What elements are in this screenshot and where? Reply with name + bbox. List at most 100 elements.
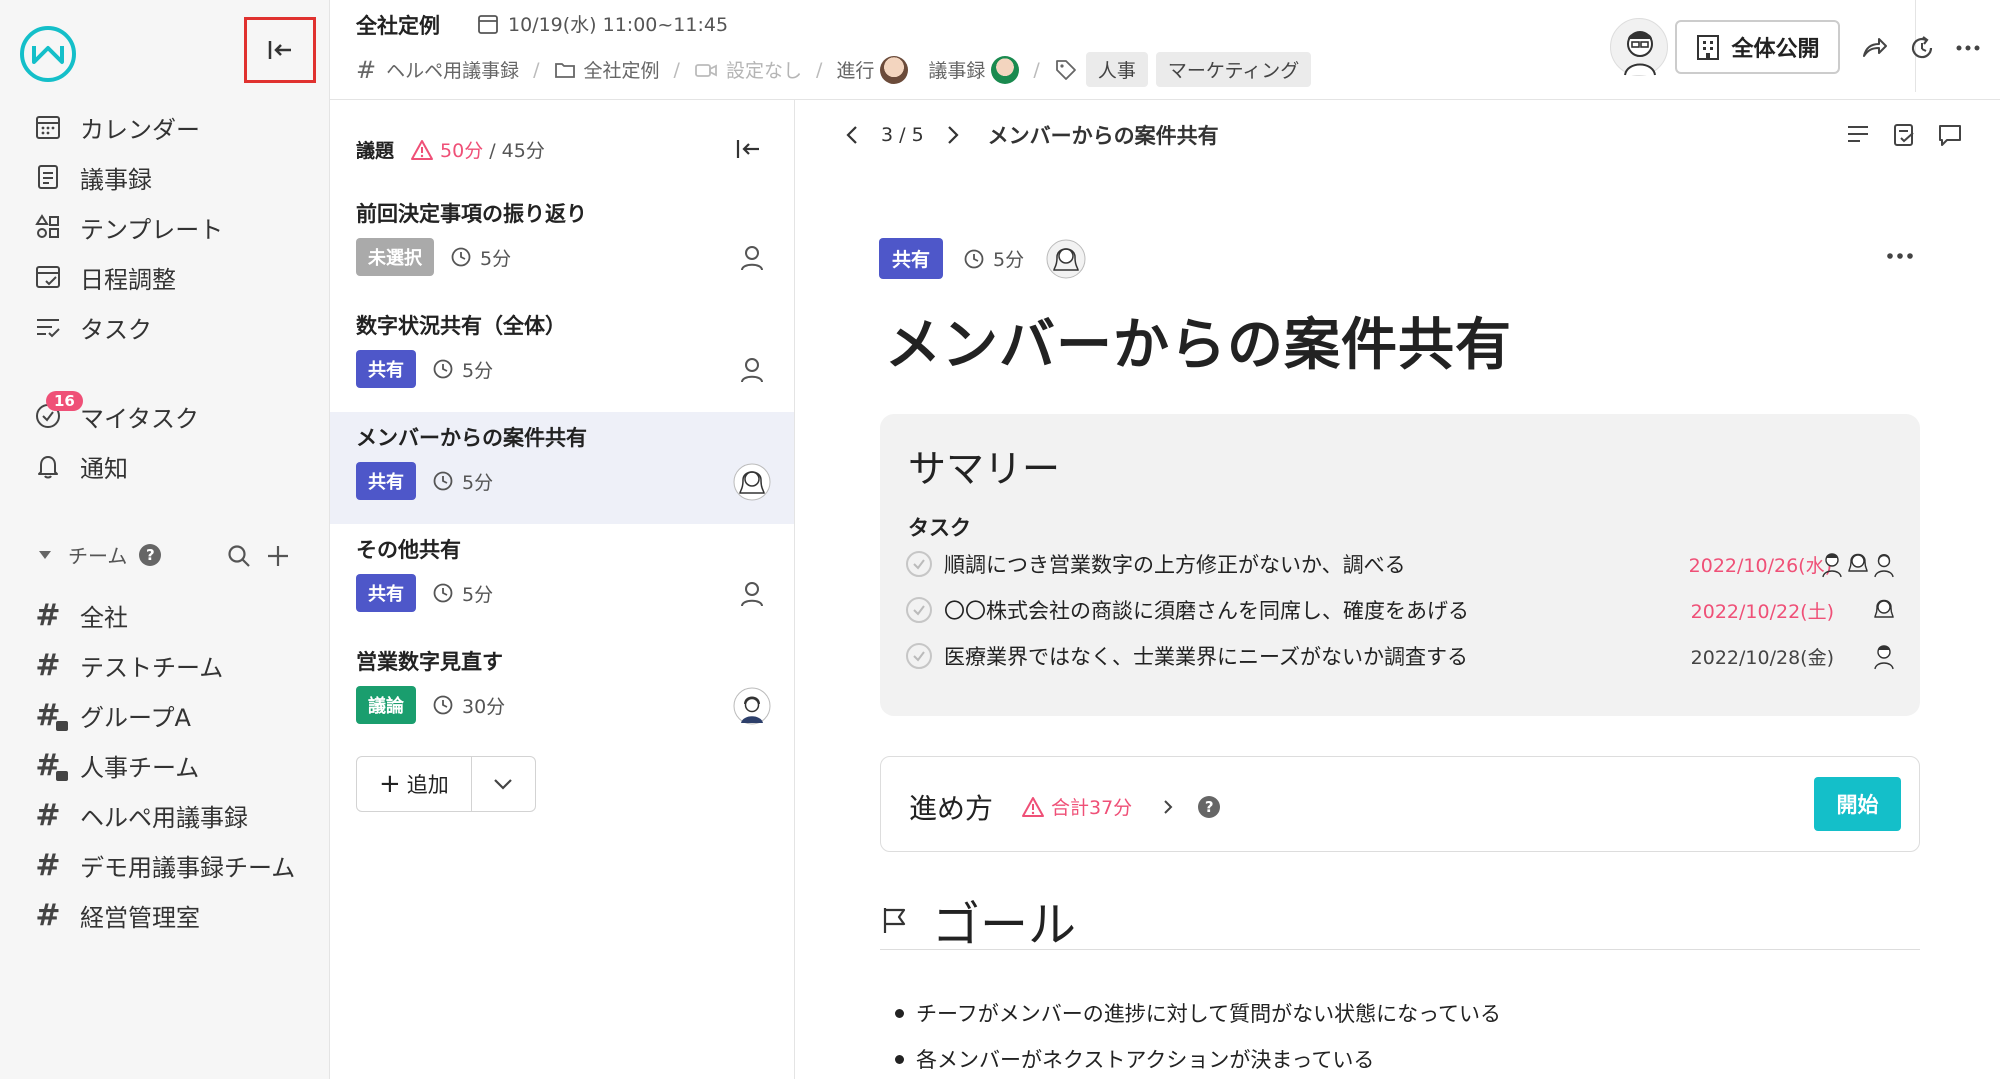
- user-avatar[interactable]: [1610, 18, 1668, 76]
- my-task-count-badge: 16: [46, 391, 83, 411]
- app-logo[interactable]: [20, 26, 76, 82]
- task-due-date[interactable]: 2022/10/28(金): [1691, 643, 1834, 670]
- channel-crumb-label: ヘルペ用議事録: [386, 60, 520, 82]
- agenda-item[interactable]: 前回決定事項の振り返り 未選択 5分: [330, 188, 794, 300]
- collapse-agenda-button[interactable]: [735, 138, 761, 160]
- agenda-duration[interactable]: 5分: [432, 580, 493, 607]
- video-crumb[interactable]: 設定なし: [694, 56, 802, 83]
- collapse-left-icon: [736, 140, 759, 158]
- add-agenda-button[interactable]: + 追加: [357, 757, 472, 811]
- minutes-icon: [30, 159, 66, 195]
- agenda-type-tag[interactable]: 共有: [356, 350, 416, 388]
- assignee-placeholder[interactable]: [732, 238, 772, 278]
- task-row[interactable]: 医療業界ではなく、士業業界にニーズがないか調査する 2022/10/28(金): [906, 636, 1896, 676]
- more-menu-button[interactable]: [1954, 34, 1982, 62]
- channel-item[interactable]: # ヘルペ用議事録: [30, 795, 248, 835]
- item-more-button[interactable]: [1885, 250, 1915, 262]
- collapse-sidebar-button[interactable]: [244, 17, 316, 83]
- task-row[interactable]: 〇〇株式会社の商談に須磨さんを同席し、確度をあげる 2022/10/22(土): [906, 590, 1896, 630]
- help-icon[interactable]: ?: [139, 543, 162, 566]
- tag-chip[interactable]: マーケティング: [1155, 52, 1312, 87]
- folder-crumb-label: 全社定例: [583, 60, 660, 82]
- channel-item[interactable]: # デモ用議事録チーム: [30, 845, 295, 885]
- share-button[interactable]: [1860, 34, 1888, 60]
- agenda-duration[interactable]: 30分: [432, 692, 505, 719]
- assignee-placeholder[interactable]: [732, 350, 772, 390]
- item-assignee-avatar[interactable]: [1046, 239, 1086, 279]
- collapse-left-icon: [268, 41, 291, 59]
- folder-crumb[interactable]: 全社定例: [554, 56, 660, 83]
- agenda-duration[interactable]: 5分: [432, 468, 493, 495]
- tags-crumb[interactable]: 人事 マーケティング: [1054, 52, 1312, 87]
- history-button[interactable]: [1908, 34, 1936, 62]
- share-arrow-icon: [1863, 38, 1887, 57]
- meeting-datetime[interactable]: 10/19(水) 11:00~11:45: [476, 10, 728, 37]
- add-agenda-dropdown[interactable]: [472, 778, 535, 790]
- nav-minutes[interactable]: 議事録: [30, 157, 152, 197]
- comment-button[interactable]: [1937, 122, 1963, 148]
- avatar: [1848, 553, 1868, 572]
- calendar-icon: [30, 109, 66, 145]
- nav-calendar[interactable]: カレンダー: [30, 107, 200, 147]
- approach-card[interactable]: 進め方 合計37分 ? 開始: [880, 756, 1920, 852]
- task-list-button[interactable]: [1891, 122, 1917, 148]
- agenda-type-tag[interactable]: 共有: [356, 574, 416, 612]
- channel-item[interactable]: # テストチーム: [30, 645, 223, 685]
- chevron-right-icon[interactable]: [1162, 798, 1174, 816]
- task-due-date[interactable]: 2022/10/26(水): [1689, 551, 1832, 578]
- prev-agenda-button[interactable]: [845, 124, 859, 146]
- task-checkbox[interactable]: [906, 643, 932, 669]
- task-assignees[interactable]: [1872, 642, 1896, 670]
- nav-schedule[interactable]: 日程調整: [30, 257, 176, 297]
- nav-notify[interactable]: 通知: [30, 446, 128, 486]
- assignee-avatar[interactable]: [732, 462, 772, 502]
- channel-item[interactable]: # 経営管理室: [30, 895, 200, 935]
- goal-heading: ゴール: [880, 890, 1920, 953]
- item-duration[interactable]: 5分: [963, 245, 1024, 272]
- facilitator-crumb[interactable]: 進行: [836, 55, 909, 84]
- channel-item[interactable]: # 人事チーム: [30, 745, 199, 785]
- task-assignees[interactable]: [1872, 596, 1896, 624]
- agenda-item[interactable]: 営業数字見直す 議論 30分: [330, 636, 794, 748]
- more-horizontal-icon: [1956, 45, 1980, 51]
- assignee-avatar[interactable]: [732, 686, 772, 726]
- next-agenda-button[interactable]: [946, 124, 960, 146]
- agenda-panel: 議題 50分 / 45分 前回決定事項の振り返り 未選択 5分 数字状況共有（全体…: [330, 100, 795, 1079]
- task-checkbox[interactable]: [906, 551, 932, 577]
- schedule-icon: [30, 259, 66, 295]
- agenda-item[interactable]: 数字状況共有（全体） 共有 5分: [330, 300, 794, 412]
- minutes-taker-crumb[interactable]: 議事録: [928, 55, 1020, 84]
- agenda-type-tag[interactable]: 議論: [356, 686, 416, 724]
- channel-crumb[interactable]: # ヘルペ用議事録: [356, 56, 519, 84]
- nav-template[interactable]: テンプレート: [30, 207, 223, 247]
- nav-template-label: テンプレート: [80, 215, 224, 244]
- goal-bullet[interactable]: 各メンバーがネクストアクションが決まっている: [895, 1044, 1374, 1074]
- agenda-item-selected[interactable]: メンバーからの案件共有 共有 5分: [330, 412, 794, 524]
- publish-scope-button[interactable]: 全体公開: [1675, 20, 1840, 74]
- task-row[interactable]: 順調につき営業数字の上方修正がないか、調べる 2022/10/26(水): [906, 544, 1896, 584]
- agenda-item[interactable]: その他共有 共有 5分: [330, 524, 794, 636]
- tag-chip[interactable]: 人事: [1085, 52, 1148, 87]
- help-icon[interactable]: ?: [1198, 795, 1221, 818]
- agenda-type-tag[interactable]: 未選択: [356, 238, 434, 276]
- nav-task[interactable]: タスク: [30, 307, 152, 347]
- goal-bullet[interactable]: チーフがメンバーの進捗に対して質問がない状態になっている: [895, 998, 1501, 1028]
- flag-icon: [883, 907, 906, 933]
- start-button[interactable]: 開始: [1814, 777, 1901, 831]
- agenda-duration[interactable]: 5分: [432, 356, 493, 383]
- task-checkbox[interactable]: [906, 597, 932, 623]
- channel-item[interactable]: # グループA: [30, 695, 191, 735]
- team-section-header[interactable]: チーム ?: [36, 540, 162, 569]
- agenda-duration[interactable]: 5分: [450, 244, 511, 271]
- assignee-placeholder[interactable]: [732, 574, 772, 614]
- outline-button[interactable]: [1845, 122, 1871, 148]
- task-assignees[interactable]: [1820, 550, 1896, 578]
- team-add-button[interactable]: [265, 543, 291, 569]
- channel-item[interactable]: # 全社: [30, 595, 128, 635]
- meeting-title[interactable]: 全社定例: [356, 10, 440, 40]
- agenda-type-tag[interactable]: 共有: [356, 462, 416, 500]
- item-type-tag[interactable]: 共有: [879, 238, 944, 279]
- task-due-date[interactable]: 2022/10/22(土): [1691, 597, 1834, 624]
- item-title[interactable]: メンバーからの案件共有: [885, 300, 1512, 381]
- team-search-button[interactable]: [226, 543, 252, 569]
